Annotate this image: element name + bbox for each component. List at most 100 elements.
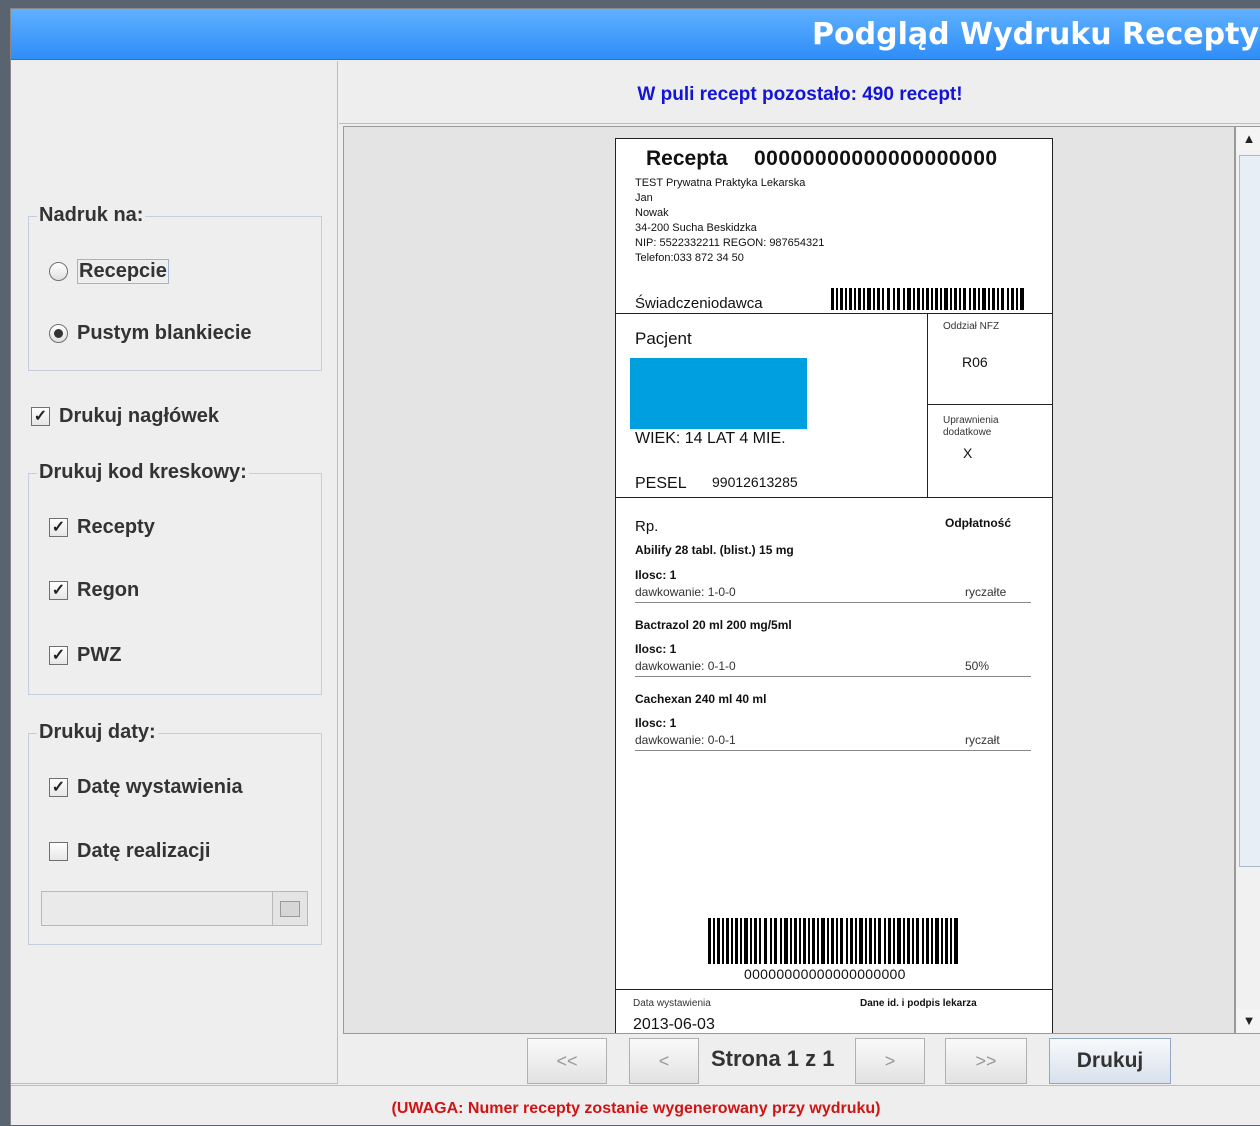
divider [616,497,1052,498]
calendar-icon [280,900,300,917]
drug-divider [635,676,1031,677]
checkbox-checked-icon: ✓ [49,518,68,537]
provider-line: Telefon:033 872 34 50 [635,252,744,264]
print-button[interactable]: Drukuj [1049,1038,1171,1084]
window-title: Podgląd Wydruku Recepty [812,17,1259,52]
checkbox-realizacji-label: Datę realizacji [77,840,211,862]
checkbox-recepty-label: Recepty [77,516,155,538]
uprawnienia-label: Uprawnienia [943,415,999,426]
dodatkowe-label: dodatkowe [943,427,992,438]
drug-payment: ryczałte [965,585,1007,599]
checkbox-wystawienia-label: Datę wystawienia [77,776,243,798]
prescription-title: Recepta [646,147,728,170]
checkbox-data-realizacji[interactable]: Datę realizacji [49,840,210,863]
drug-name: Cachexan 240 ml 40 ml [635,692,767,706]
options-panel: Nadruk na: Recepcie Pustym blankiecie ✓ … [11,61,338,1084]
first-page-button[interactable]: << [527,1038,607,1084]
provider-label: Świadczeniodawca [635,295,763,312]
checkbox-data-wystawienia[interactable]: ✓ Datę wystawienia [49,776,243,799]
issue-date: 2013-06-03 [633,1016,715,1033]
page-navigation: << < Strona 1 z 1 > >> Drukuj [339,1034,1260,1084]
status-bar: (UWAGA: Numer recepty zostanie wygenerow… [11,1085,1260,1126]
drug-quantity: Ilosc: 1 [635,642,677,656]
signature-label: Dane id. i podpis lekarza [860,998,977,1009]
provider-line: 34-200 Sucha Beskidzka [635,222,757,234]
rp-label: Rp. [635,518,659,535]
barcode-group-title: Drukuj kod kreskowy: [37,461,249,484]
odplatnosc-label: Odpłatność [945,516,1012,530]
nfz-value: R06 [962,354,988,370]
checkbox-checked-icon: ✓ [31,407,50,426]
checkbox-pwz-label: PWZ [77,644,122,666]
patient-age: WIEK: 14 LAT 4 MIE. [635,430,786,447]
scroll-thumb[interactable] [1239,155,1260,867]
imprint-group [28,216,322,371]
checkbox-drukuj-naglowek[interactable]: ✓ Drukuj nagłówek [31,405,219,428]
radio-selected-icon [49,324,68,343]
nfz-label: Oddział NFZ [943,321,1000,332]
drug-dosage: dawkowanie: 0-1-0 [635,659,736,673]
drug-quantity: Ilosc: 1 [635,716,677,730]
dates-group-title: Drukuj daty: [37,721,158,744]
prescription-pool-info: W puli recept pozostało: 490 recept! [339,61,1260,124]
drug-dosage: dawkowanie: 1-0-0 [635,585,736,599]
checkbox-naglowek-label: Drukuj nagłówek [59,405,220,427]
calendar-button[interactable] [272,891,308,926]
vertical-divider [927,313,928,497]
patient-redacted-block [630,358,807,429]
radio-pustym-label: Pustym blankiecie [77,322,252,344]
provider-details: TEST Prywatna Praktyka Lekarska Jan Nowa… [635,176,824,266]
drug-payment: 50% [965,659,990,673]
preview-viewport[interactable]: Recepta 00000000000000000000 TEST Prywat… [343,126,1235,1034]
radio-recepcie-label: Recepcie [77,259,169,284]
realization-date-input[interactable] [41,891,273,926]
pesel-label: PESEL [635,475,687,492]
next-page-button[interactable]: > [855,1038,925,1084]
drug-quantity: Ilosc: 1 [635,568,677,582]
uprawnienia-value: X [963,445,973,461]
prescription-page: Recepta 00000000000000000000 TEST Prywat… [615,138,1053,1033]
checkbox-regon-label: Regon [77,579,140,601]
pesel-value: 99012613285 [712,474,798,490]
drug-divider [635,750,1031,751]
checkbox-checked-icon: ✓ [49,581,68,600]
barcode-number: 00000000000000000000 [744,966,906,982]
radio-recepcie[interactable]: Recepcie [49,259,169,284]
prescription-number: 00000000000000000000 [754,147,998,170]
pool-text: W puli recept pozostało: 490 recept! [637,84,963,105]
drug-name: Abilify 28 tabl. (blist.) 15 mg [635,543,794,557]
warning-text: (UWAGA: Numer recepty zostanie wygenerow… [391,1100,881,1117]
checkbox-recepty[interactable]: ✓ Recepty [49,516,155,539]
divider [616,989,1052,990]
scroll-up-icon[interactable]: ▲ [1236,127,1260,151]
provider-barcode [831,288,1024,310]
checkbox-checked-icon: ✓ [49,778,68,797]
provider-line: NIP: 5522332211 REGON: 987654321 [635,237,825,249]
provider-line: Nowak [635,207,669,219]
page-indicator: Strona 1 z 1 [711,1046,835,1071]
prescription-barcode [708,918,958,964]
title-bar: Podgląd Wydruku Recepty [11,9,1260,60]
checkbox-regon[interactable]: ✓ Regon [49,579,139,602]
vertical-scrollbar[interactable]: ▲ ▼ [1235,126,1260,1034]
provider-line: TEST Prywatna Praktyka Lekarska [635,177,806,189]
checkbox-checked-icon: ✓ [49,646,68,665]
divider [927,404,1052,405]
patient-label: Pacjent [635,329,692,348]
radio-icon [49,262,68,281]
radio-pustym-blankiecie[interactable]: Pustym blankiecie [49,322,252,345]
issue-date-label: Data wystawienia [633,998,711,1009]
scroll-down-icon[interactable]: ▼ [1236,1009,1260,1033]
provider-line: Jan [635,192,653,204]
divider [616,313,1052,314]
checkbox-unchecked-icon [49,842,68,861]
print-preview-window: Podgląd Wydruku Recepty Nadruk na: Recep… [10,8,1260,1125]
drug-divider [635,602,1031,603]
drug-dosage: dawkowanie: 0-0-1 [635,733,736,747]
imprint-group-title: Nadruk na: [37,204,146,227]
checkbox-pwz[interactable]: ✓ PWZ [49,644,121,667]
drug-name: Bactrazol 20 ml 200 mg/5ml [635,618,792,632]
drug-payment: ryczałt [965,733,1000,747]
last-page-button[interactable]: >> [945,1038,1027,1084]
prev-page-button[interactable]: < [629,1038,699,1084]
